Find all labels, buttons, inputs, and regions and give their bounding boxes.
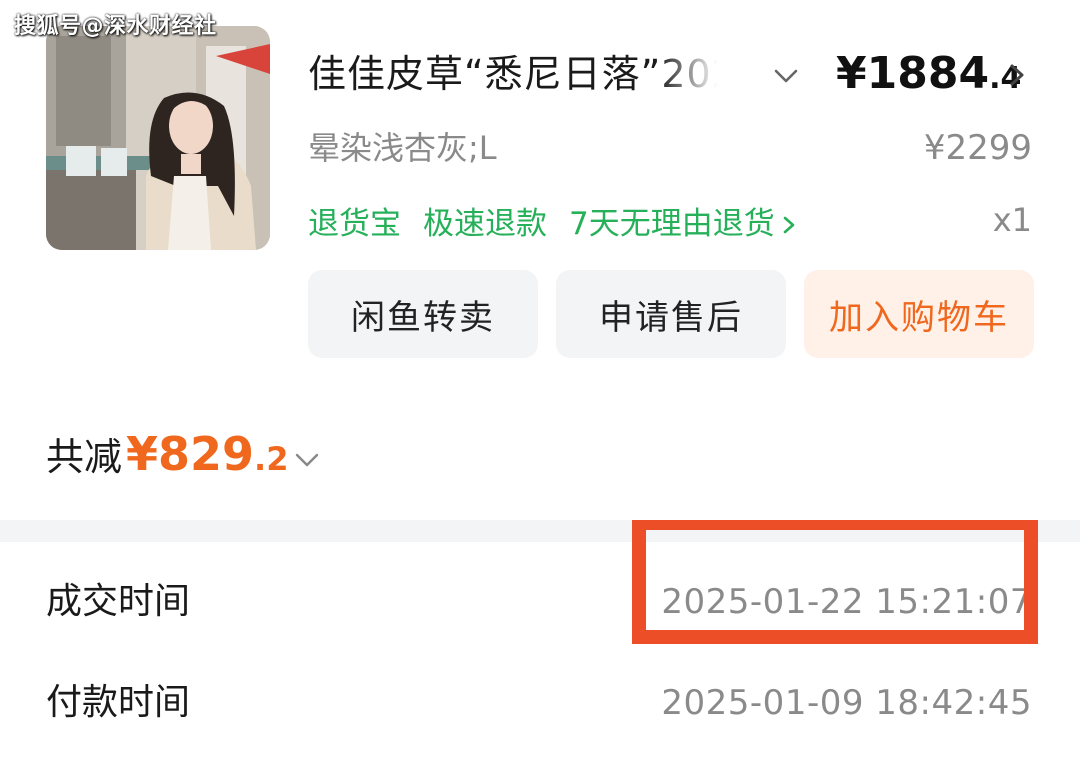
watermark: 搜狐号@深水财经社 bbox=[14, 14, 217, 39]
product-variant: 晕染浅杏灰;L bbox=[308, 129, 497, 167]
discount-amount-integer: ¥829 bbox=[126, 427, 255, 481]
resell-button[interactable]: 闲鱼转卖 bbox=[308, 270, 538, 358]
add-to-cart-button[interactable]: 加入购物车 bbox=[804, 270, 1034, 358]
product-thumbnail[interactable] bbox=[46, 26, 270, 250]
original-price: ¥2299 bbox=[923, 128, 1032, 168]
service-tag: 极速退款 bbox=[423, 205, 547, 242]
service-tag: 退货宝 bbox=[308, 205, 401, 242]
paid-price-integer: ¥1884 bbox=[836, 48, 990, 99]
order-detail-page: 搜狐号@深水财经社 佳佳皮草“悉尼日落”202 ¥1884.4 晕染浅杏灰;L … bbox=[0, 0, 1080, 760]
chevron-right-icon[interactable] bbox=[1004, 60, 1030, 90]
service-tag: 7天无理由退货 bbox=[569, 205, 775, 242]
discount-label: 共减 bbox=[46, 435, 123, 479]
paid-price: ¥1884.4 bbox=[836, 44, 1021, 113]
deal-time-label: 成交时间 bbox=[46, 581, 191, 622]
chevron-down-icon[interactable] bbox=[772, 62, 800, 90]
title-fade bbox=[658, 46, 728, 106]
after-sale-button[interactable]: 申请售后 bbox=[556, 270, 786, 358]
product-title-row[interactable]: 佳佳皮草“悉尼日落”202 bbox=[308, 46, 728, 106]
payment-time-value: 2025-01-09 18:42:45 bbox=[661, 683, 1032, 723]
payment-time-label: 付款时间 bbox=[46, 682, 191, 723]
service-tag-with-arrow: 7天无理由退货 bbox=[569, 198, 797, 243]
service-tags[interactable]: 退货宝 极速退款 7天无理由退货 bbox=[308, 196, 797, 244]
product-photo bbox=[46, 26, 270, 250]
quantity: x1 bbox=[992, 201, 1032, 239]
deal-time-value: 2025-01-22 15:21:07 bbox=[661, 582, 1032, 622]
chevron-down-icon bbox=[296, 453, 319, 467]
section-divider bbox=[0, 520, 1080, 542]
total-discount[interactable]: 共减 ¥829.2 bbox=[46, 426, 322, 481]
chevron-right-icon bbox=[783, 216, 795, 234]
discount-amount-decimal: .2 bbox=[254, 440, 289, 478]
